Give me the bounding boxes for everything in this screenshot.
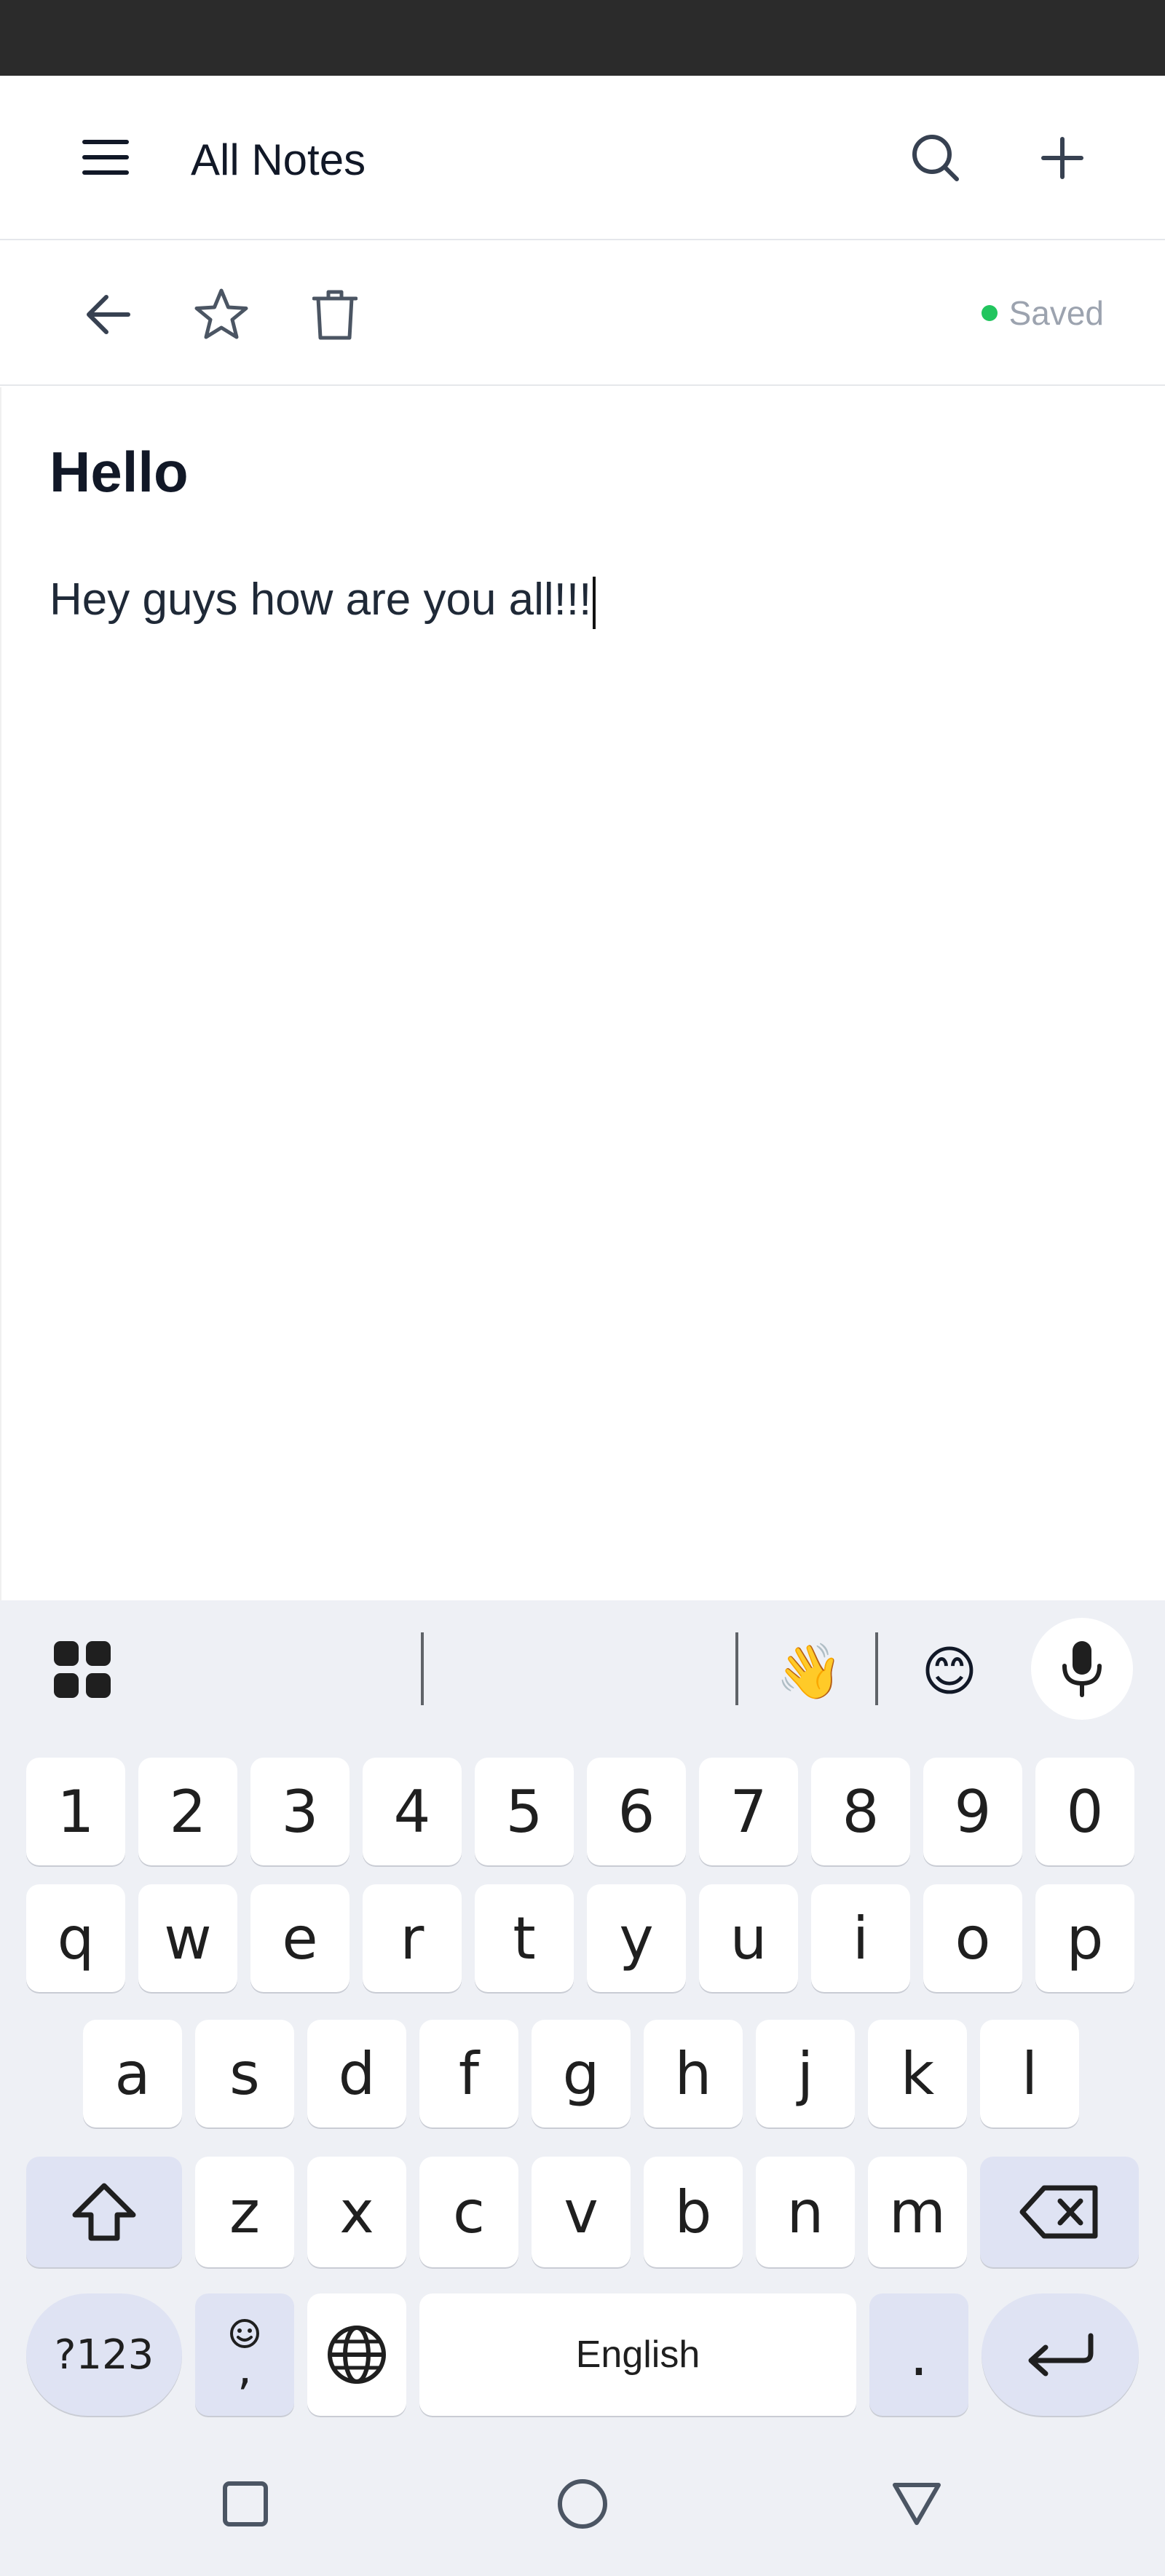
key-x[interactable]: x [307, 2157, 406, 2267]
key-n[interactable]: n [756, 2157, 855, 2267]
key-a[interactable]: a [83, 2020, 182, 2127]
key-9[interactable]: 9 [923, 1758, 1022, 1865]
key-2[interactable]: 2 [138, 1758, 237, 1865]
key-v[interactable]: v [532, 2157, 631, 2267]
key-f[interactable]: f [419, 2020, 518, 2127]
shift-arrow-icon [72, 2183, 136, 2241]
key-s[interactable]: s [195, 2020, 294, 2127]
key-6[interactable]: 6 [587, 1758, 686, 1865]
key-p[interactable]: p [1035, 1884, 1134, 1992]
saved-label: Saved [1008, 294, 1104, 332]
suggestion-divider [421, 1632, 424, 1705]
recents-square-icon[interactable] [205, 2464, 285, 2544]
menu-icon[interactable] [73, 128, 138, 186]
page-title: All Notes [191, 135, 366, 184]
back-triangle-icon[interactable] [877, 2464, 957, 2544]
suggestion-strip: 👋 😊 [0, 1600, 1165, 1731]
note-toolbar: Saved [0, 240, 1165, 386]
note-body-text[interactable]: Hey guys how are you all!!! [50, 571, 596, 629]
home-circle-icon[interactable] [542, 2464, 623, 2544]
search-icon[interactable] [903, 125, 968, 191]
suggestion-divider [875, 1632, 878, 1705]
emoji-suggestion-smile[interactable]: 😊 [913, 1635, 986, 1708]
text-cursor [593, 576, 596, 629]
shift-key[interactable] [26, 2157, 182, 2267]
key-m[interactable]: m [868, 2157, 967, 2267]
key-b[interactable]: b [644, 2157, 743, 2267]
backspace-key[interactable] [980, 2157, 1139, 2267]
emoji-suggestion-wave[interactable]: 👋 [773, 1635, 846, 1708]
period-key[interactable]: . [869, 2293, 968, 2416]
key-5[interactable]: 5 [475, 1758, 574, 1865]
system-nav-bar [0, 2438, 1165, 2576]
status-bar [0, 0, 1165, 76]
enter-key[interactable] [982, 2293, 1139, 2416]
key-d[interactable]: d [307, 2020, 406, 2127]
key-o[interactable]: o [923, 1884, 1022, 1992]
key-g[interactable]: g [532, 2020, 631, 2127]
key-0[interactable]: 0 [1035, 1758, 1134, 1865]
globe-icon [328, 2326, 386, 2384]
key-y[interactable]: y [587, 1884, 686, 1992]
back-arrow-icon[interactable] [71, 278, 144, 351]
enter-arrow-icon [1028, 2333, 1094, 2377]
suggestion-divider [735, 1632, 738, 1705]
note-title[interactable]: Hello [50, 435, 189, 508]
key-r[interactable]: r [363, 1884, 462, 1992]
add-note-icon[interactable] [1030, 125, 1095, 191]
emoji-comma-key[interactable]: , [195, 2293, 294, 2416]
key-i[interactable]: i [811, 1884, 910, 1992]
key-1[interactable]: 1 [26, 1758, 125, 1865]
note-body-content: Hey guys how are you all!!! [50, 574, 592, 625]
key-3[interactable]: 3 [250, 1758, 350, 1865]
key-h[interactable]: h [644, 2020, 743, 2127]
key-l[interactable]: l [980, 2020, 1079, 2127]
symbols-key[interactable]: ?123 [26, 2293, 182, 2416]
app-header: All Notes [0, 76, 1165, 240]
key-4[interactable]: 4 [363, 1758, 462, 1865]
key-z[interactable]: z [195, 2157, 294, 2267]
key-8[interactable]: 8 [811, 1758, 910, 1865]
saved-indicator-dot [981, 305, 998, 321]
key-t[interactable]: t [475, 1884, 574, 1992]
note-editor[interactable]: Hello Hey guys how are you all!!! [0, 387, 1165, 1600]
key-7[interactable]: 7 [699, 1758, 798, 1865]
key-e[interactable]: e [250, 1884, 350, 1992]
onscreen-keyboard: 👋 😊 1234567890 qwertyuiop asdfghjkl zxcvbnm… [0, 1600, 1165, 2576]
language-key[interactable] [307, 2293, 406, 2416]
microphone-icon[interactable] [1031, 1618, 1133, 1720]
key-u[interactable]: u [699, 1884, 798, 1992]
trash-icon[interactable] [299, 278, 371, 351]
star-icon[interactable] [185, 278, 258, 351]
key-c[interactable]: c [419, 2157, 518, 2267]
save-status: Saved [981, 291, 1104, 335]
key-j[interactable]: j [756, 2020, 855, 2127]
comma-label: , [237, 2342, 253, 2395]
key-k[interactable]: k [868, 2020, 967, 2127]
key-q[interactable]: q [26, 1884, 125, 1992]
apps-grid-icon[interactable] [51, 1638, 114, 1701]
key-w[interactable]: w [138, 1884, 237, 1992]
space-bar[interactable]: English [419, 2293, 856, 2416]
backspace-icon [1019, 2185, 1098, 2239]
